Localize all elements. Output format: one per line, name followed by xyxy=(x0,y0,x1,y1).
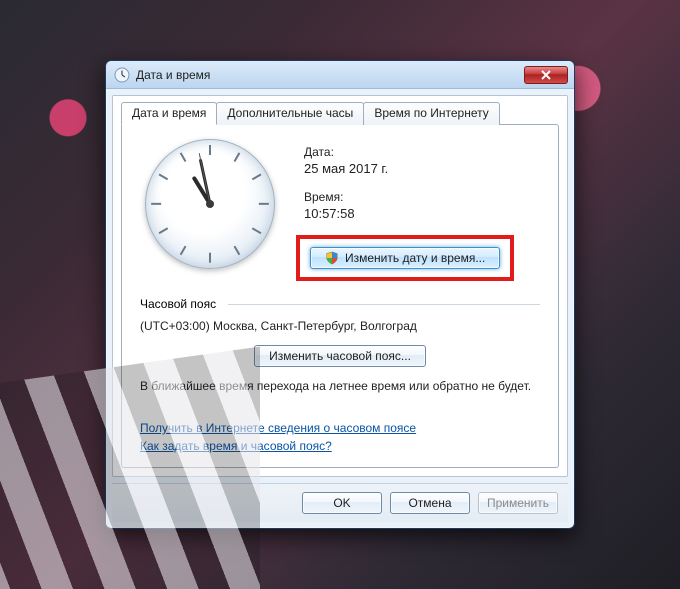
date-value: 25 мая 2017 г. xyxy=(304,161,540,176)
close-icon xyxy=(541,70,551,80)
change-date-time-button[interactable]: Изменить дату и время... xyxy=(310,247,500,269)
tab-internet-time[interactable]: Время по Интернету xyxy=(363,102,499,125)
clock-pivot xyxy=(206,200,214,208)
apply-button[interactable]: Применить xyxy=(478,492,558,514)
time-value: 10:57:58 xyxy=(304,206,540,221)
timezone-header: Часовой пояс xyxy=(140,297,216,311)
change-timezone-label: Изменить часовой пояс... xyxy=(269,349,411,363)
change-datetime-highlight: Изменить дату и время... xyxy=(296,235,514,281)
dialog-body: Дата и время Дополнительные часы Время п… xyxy=(112,95,568,477)
tab-strip: Дата и время Дополнительные часы Время п… xyxy=(121,102,559,125)
app-icon xyxy=(114,67,130,83)
dst-notice: В ближайшее время перехода на летнее вре… xyxy=(140,379,540,393)
analog-clock xyxy=(145,139,275,269)
time-label: Время: xyxy=(304,190,540,204)
date-time-dialog: Дата и время Дата и время Дополнительные… xyxy=(105,60,575,529)
tab-date-time[interactable]: Дата и время xyxy=(121,102,217,125)
link-howto-set-time[interactable]: Как задать время и часовой пояс? xyxy=(140,439,332,453)
link-online-timezone-info[interactable]: Получить в Интернете сведения о часовом … xyxy=(140,421,416,435)
window-title: Дата и время xyxy=(136,68,518,82)
close-button[interactable] xyxy=(524,66,568,84)
change-timezone-button[interactable]: Изменить часовой пояс... xyxy=(254,345,426,367)
change-date-time-label: Изменить дату и время... xyxy=(345,251,485,265)
desktop-wallpaper: Дата и время Дата и время Дополнительные… xyxy=(0,0,680,589)
tab-panel-date-time: Дата: 25 мая 2017 г. Время: 10:57:58 Изм… xyxy=(121,124,559,468)
ok-button[interactable]: OK xyxy=(302,492,382,514)
shield-icon xyxy=(325,251,339,265)
titlebar[interactable]: Дата и время xyxy=(106,61,574,89)
dialog-footer: OK Отмена Применить xyxy=(112,483,568,522)
tab-additional-clocks[interactable]: Дополнительные часы xyxy=(216,102,364,125)
divider xyxy=(228,304,540,305)
timezone-value: (UTC+03:00) Москва, Санкт-Петербург, Вол… xyxy=(140,319,540,333)
date-label: Дата: xyxy=(304,145,540,159)
cancel-button[interactable]: Отмена xyxy=(390,492,470,514)
